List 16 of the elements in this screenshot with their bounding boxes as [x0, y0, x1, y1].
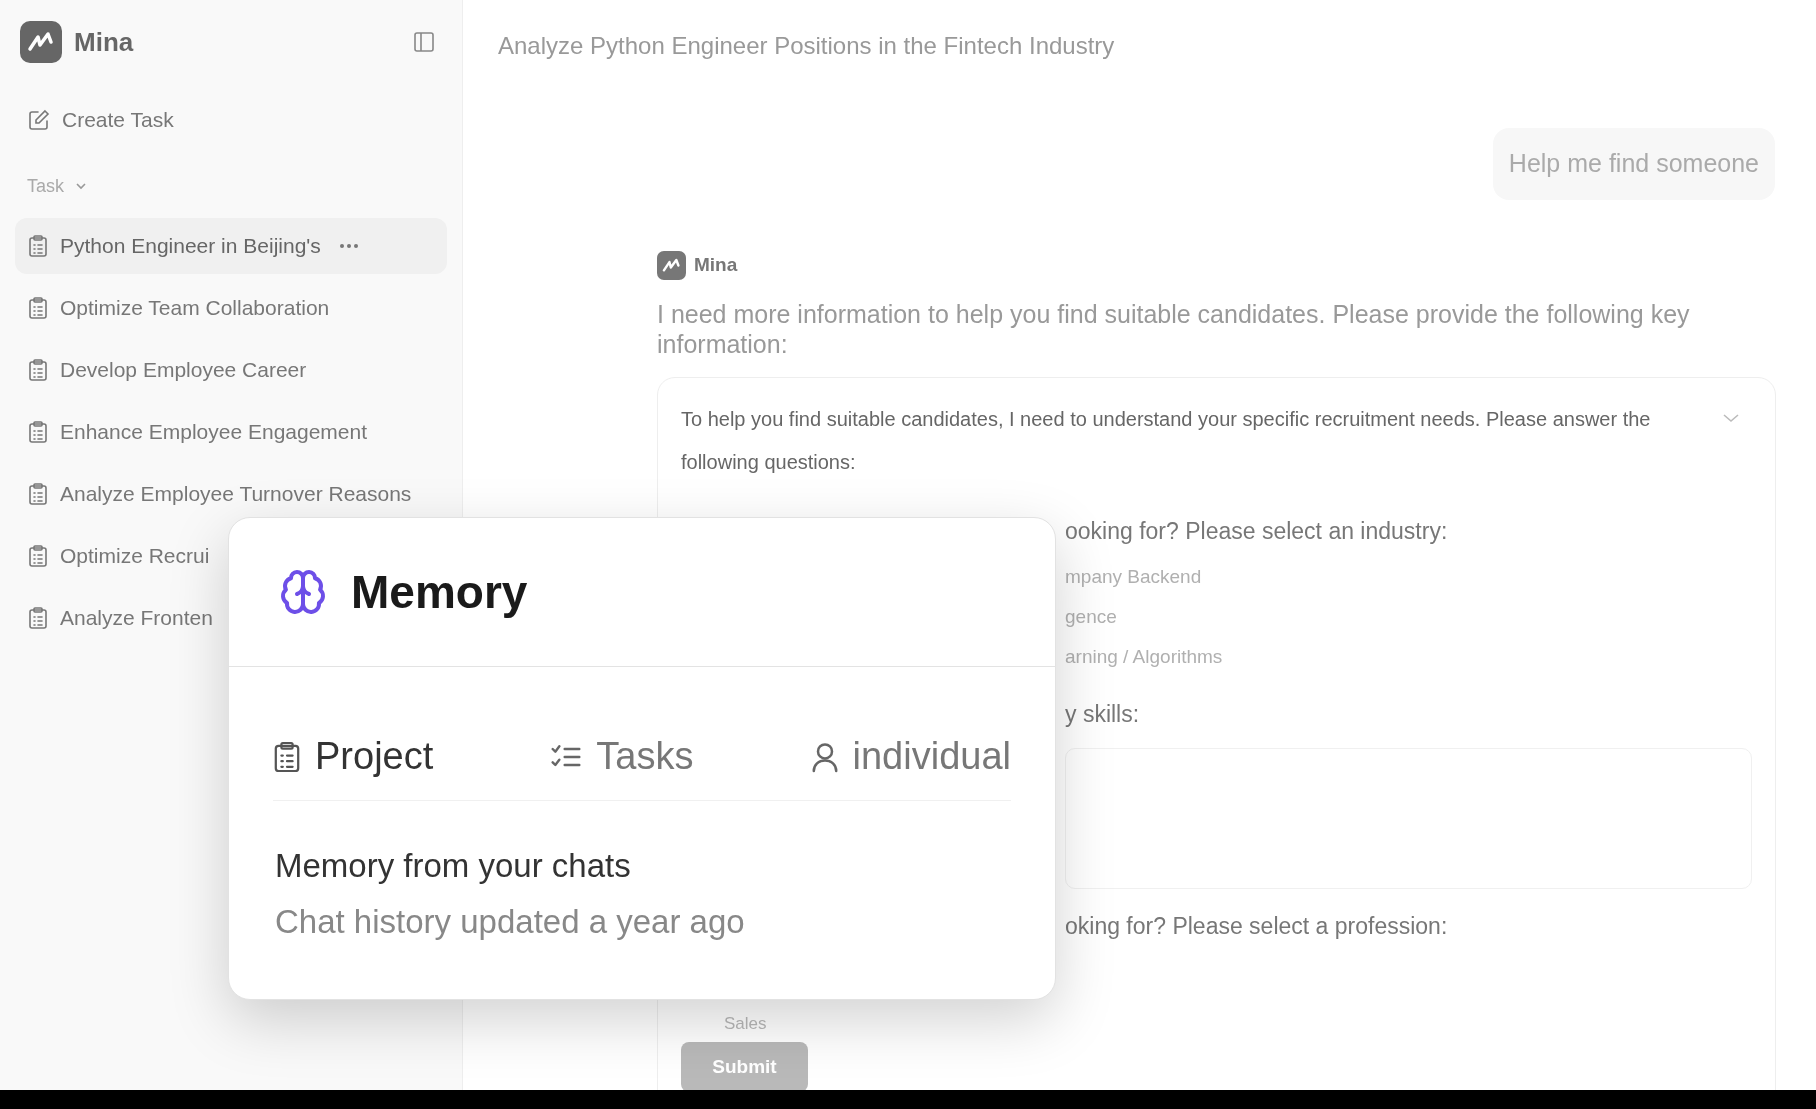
chat-title: Analyze Python Engineer Positions in the Fintech Industry: [497, 31, 1116, 61]
brand-name: Mina: [74, 25, 134, 59]
memory-subtitle: Chat history updated a year ago: [275, 901, 746, 942]
question-text: oking for? Please select a profession:: [1065, 911, 1449, 941]
question-text: y skills:: [1065, 699, 1141, 729]
option-label: Sales: [724, 1013, 768, 1036]
user-message: Help me find someone: [1492, 128, 1775, 200]
popup-title: Memory: [351, 564, 528, 620]
question-text: ooking for? Please select an industry:: [1065, 516, 1449, 546]
card-intro: To help you find suitable candidates, I need to understand your specific recruitment needs. Please answer the following questions:: [681, 407, 1652, 475]
assistant-message: I need more information to help you find suitable candidates. Please provide the following key information:: [657, 299, 1691, 359]
option-label: arning / Algorithms: [1065, 644, 1224, 669]
option-label: gence: [1065, 604, 1118, 629]
memory-heading: Memory from your chats: [275, 846, 632, 886]
assistant-name: Mina: [694, 252, 738, 277]
option-label: mpany Backend: [1065, 564, 1203, 589]
